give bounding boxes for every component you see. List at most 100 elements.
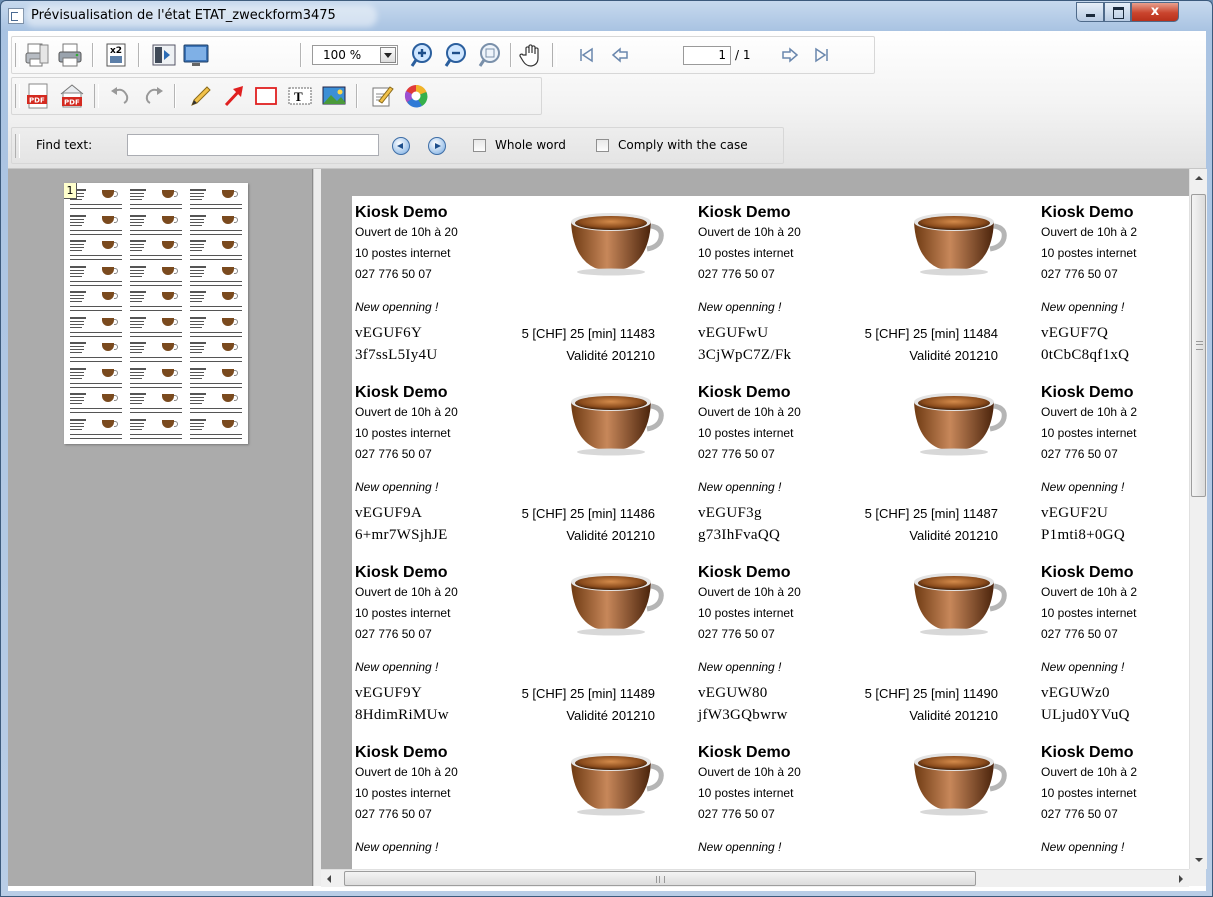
thumbnail-card (68, 417, 125, 443)
card-tagline: New openning ! (1041, 300, 1125, 314)
card-postes: 10 postes internet (355, 786, 451, 800)
redo-icon[interactable] (140, 82, 168, 110)
pdf-export-icon[interactable]: PDF (58, 82, 86, 110)
whole-word-checkbox[interactable] (473, 139, 486, 152)
scroll-up-icon[interactable] (1190, 169, 1207, 186)
find-next-icon[interactable] (428, 137, 446, 155)
rectangle-icon[interactable] (252, 82, 280, 110)
edit-icon[interactable] (368, 82, 396, 110)
card-code: vEGUF9A (355, 505, 423, 521)
previous-page-icon[interactable] (606, 41, 634, 69)
page-number-input[interactable]: 1 (683, 46, 731, 65)
card-postes: 10 postes internet (355, 426, 451, 440)
thumbnail-card (128, 417, 185, 443)
fit-page-icon[interactable] (150, 41, 178, 69)
card-password: P1mti8+0GQ (1041, 527, 1125, 543)
thumbnail-card (188, 340, 245, 366)
thumbnail-card (68, 289, 125, 315)
close-button[interactable]: x (1131, 2, 1179, 22)
thumbnail-card (128, 289, 185, 315)
card-code: vEGUFwU (698, 325, 769, 341)
horizontal-scroll-thumb[interactable] (344, 871, 976, 886)
vertical-scrollbar[interactable] (1189, 169, 1207, 869)
thumbnail-cup-icon (162, 190, 178, 198)
undo-icon[interactable] (106, 82, 134, 110)
hand-icon[interactable] (518, 41, 546, 69)
pdf-icon[interactable]: PDF (24, 82, 52, 110)
card-password: ULjud0YVuQ (1041, 707, 1130, 723)
thumbnail-card (128, 315, 185, 341)
card-hours: Ouvert de 10h à 20 (355, 585, 458, 599)
first-page-icon[interactable] (572, 41, 600, 69)
chevron-down-icon[interactable] (380, 47, 396, 63)
print-setup-icon[interactable] (24, 41, 52, 69)
next-page-icon[interactable] (776, 41, 804, 69)
card-hours: Ouvert de 10h à 2 (1041, 225, 1138, 239)
pencil-icon[interactable] (186, 82, 214, 110)
thumbnail-cup-icon (102, 368, 118, 377)
arrow-icon[interactable] (220, 82, 248, 110)
last-page-icon[interactable] (808, 41, 836, 69)
title-bar[interactable]: Prévisualisation de l'état ETAT_zweckfor… (1, 1, 1212, 31)
thumbnail-cup-icon (162, 419, 178, 428)
thumbnail-card (188, 366, 245, 392)
horizontal-scrollbar[interactable] (321, 869, 1189, 887)
find-text-input[interactable] (127, 134, 379, 156)
thumbnail-cup-icon (102, 215, 118, 224)
voucher-card: Kiosk Demo Ouvert de 10h à 2 10 postes int… (1041, 201, 1202, 381)
card-hours: Ouvert de 10h à 20 (698, 765, 801, 779)
fullscreen-icon[interactable] (182, 41, 210, 69)
card-tagline: New openning ! (355, 660, 439, 674)
find-text-label: Find text: (36, 138, 93, 152)
multi-page-icon[interactable]: x2 (102, 41, 130, 69)
card-phone: 027 776 50 07 (355, 627, 432, 641)
card-hours: Ouvert de 10h à 2 (1041, 405, 1138, 419)
scroll-right-icon[interactable] (1172, 870, 1189, 887)
maximize-button[interactable] (1104, 2, 1131, 22)
card-price: 5 [CHF] 25 [min] 11484 (864, 326, 998, 341)
thumbnail-card (188, 213, 245, 239)
find-previous-icon[interactable] (392, 137, 410, 155)
zoom-fit-icon[interactable] (476, 41, 504, 69)
card-phone: 027 776 50 07 (1041, 627, 1118, 641)
card-tagline: New openning ! (698, 300, 782, 314)
zoom-out-icon[interactable] (442, 41, 470, 69)
vertical-scroll-thumb[interactable] (1191, 194, 1206, 497)
card-validity: Validité 201210 (566, 708, 655, 723)
text-box-icon[interactable]: T (286, 82, 314, 110)
card-hours: Ouvert de 10h à 20 (698, 405, 801, 419)
window-icon (8, 8, 24, 24)
whole-word-label: Whole word (495, 138, 566, 152)
color-wheel-icon[interactable] (402, 82, 430, 110)
window-title: Prévisualisation de l'état ETAT_zweckfor… (31, 8, 336, 23)
card-password: jfW3GQbwrw (698, 707, 788, 723)
card-validity: Validité 201210 (909, 708, 998, 723)
card-phone: 027 776 50 07 (355, 267, 432, 281)
thumbnail-card (128, 264, 185, 290)
minimize-button[interactable] (1076, 2, 1104, 22)
case-checkbox[interactable] (596, 139, 609, 152)
thumbnail-card (128, 187, 185, 213)
size-grip[interactable] (1189, 869, 1206, 886)
card-postes: 10 postes internet (698, 426, 794, 440)
zoom-in-icon[interactable] (408, 41, 436, 69)
thumbnail-card (128, 238, 185, 264)
image-icon[interactable] (320, 82, 348, 110)
page-thumbnail[interactable]: 1 (64, 183, 248, 444)
card-code: vEGUWz0 (1041, 685, 1110, 701)
coffee-cup-image (565, 206, 667, 276)
scroll-down-icon[interactable] (1190, 852, 1207, 869)
card-password: 3CjWpC7Z/Fk (698, 347, 792, 363)
scroll-left-icon[interactable] (321, 870, 338, 887)
card-code: vEGUF7Q (1041, 325, 1109, 341)
thumbnail-cup-icon (222, 419, 238, 428)
thumbnail-cup-icon (162, 394, 178, 402)
card-password: 8HdimRiMUw (355, 707, 449, 723)
card-code: vEGUF9Y (355, 685, 423, 701)
zoom-select[interactable]: 100 % (312, 45, 398, 65)
thumbnail-card (128, 366, 185, 392)
card-title: Kiosk Demo (698, 384, 791, 401)
card-tagline: New openning ! (355, 480, 439, 494)
printer-icon[interactable] (56, 41, 84, 69)
coffee-cup-image (908, 746, 1010, 816)
